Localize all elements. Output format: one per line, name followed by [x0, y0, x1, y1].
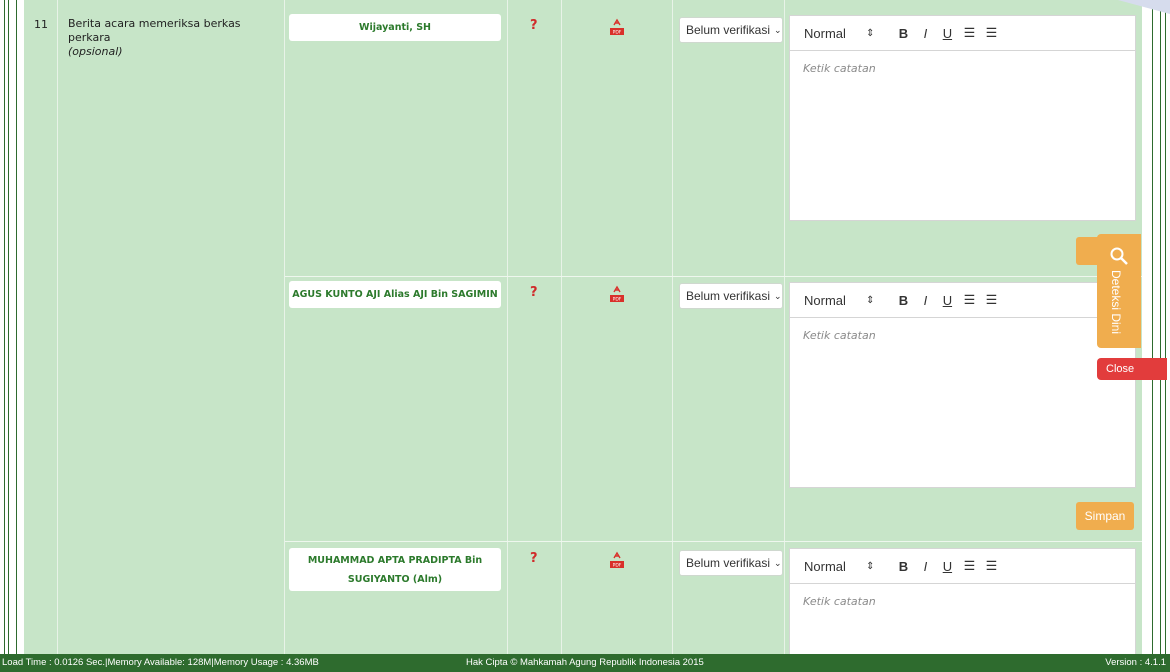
verification-select[interactable]: Belum verifikasi ⌄ [679, 17, 783, 43]
save-button[interactable]: Simpan [1076, 502, 1134, 530]
document-checklist-table: 11 Berita acara memeriksa berkas perkara… [24, 0, 1142, 654]
document-title: Berita acara memeriksa berkas perkara (o… [68, 17, 283, 59]
question-mark-icon[interactable]: ? [530, 285, 538, 300]
editor-placeholder: Ketik catatan [803, 62, 876, 75]
document-title-text: Berita acara memeriksa berkas perkara [68, 17, 241, 44]
bullet-list-icon[interactable]: ☰ [980, 558, 1002, 574]
bold-button[interactable]: B [892, 26, 914, 41]
svg-text:PDF: PDF [613, 563, 622, 569]
italic-button[interactable]: I [914, 559, 936, 574]
column-number [24, 0, 58, 654]
verification-select[interactable]: Belum verifikasi ⌄ [679, 283, 783, 309]
close-button-label: Close [1106, 363, 1135, 375]
chevron-down-icon: ⌄ [774, 557, 782, 568]
italic-button[interactable]: I [914, 293, 936, 308]
format-select[interactable]: Normal [804, 293, 866, 308]
editor-toolbar: Normal ⇕ B I U ☰ ☰ [790, 16, 1135, 51]
underline-button[interactable]: U [936, 293, 958, 308]
format-select[interactable]: Normal [804, 26, 866, 41]
verification-value: Belum verifikasi [686, 23, 771, 37]
pdf-icon[interactable]: PDF [610, 551, 624, 568]
deteksi-dini-label: Deteksi Dini [1109, 270, 1123, 335]
svg-text:PDF: PDF [613, 297, 622, 303]
bold-button[interactable]: B [892, 559, 914, 574]
search-icon [1110, 247, 1128, 265]
footer-version: Version : 4.1.1 [1105, 657, 1166, 668]
frame-line [1160, 0, 1161, 654]
bullet-list-icon[interactable]: ☰ [980, 292, 1002, 308]
row-divider [285, 276, 1142, 277]
party-name-box: Wijayanti, SH [289, 14, 501, 41]
frame-line [4, 0, 5, 654]
frame-line [1152, 0, 1153, 654]
bullet-list-icon[interactable]: ☰ [980, 25, 1002, 41]
frame-line [1165, 0, 1166, 654]
ordered-list-icon[interactable]: ☰ [958, 25, 980, 41]
party-name-box: AGUS KUNTO AJI Alias AJI Bin SAGIMIN [289, 281, 501, 308]
notes-editor[interactable]: Normal ⇕ B I U ☰ ☰ Ketik catatan [789, 282, 1136, 488]
notes-editor[interactable]: Normal ⇕ B I U ☰ ☰ Ketik catatan [789, 548, 1136, 654]
party-name: Wijayanti, SH [359, 21, 431, 33]
verification-value: Belum verifikasi [686, 556, 771, 570]
verification-value: Belum verifikasi [686, 289, 771, 303]
document-optional-note: (opsional) [68, 45, 123, 58]
party-name-box: MUHAMMAD APTA PRADIPTA Bin SUGIYANTO (Al… [289, 548, 501, 591]
verification-select[interactable]: Belum verifikasi ⌄ [679, 550, 783, 576]
ordered-list-icon[interactable]: ☰ [958, 558, 980, 574]
corner-decoration-icon [1118, 0, 1170, 14]
editor-toolbar: Normal ⇕ B I U ☰ ☰ [790, 549, 1135, 584]
underline-button[interactable]: U [936, 559, 958, 574]
save-button-label: Simpan [1084, 509, 1126, 523]
updown-icon: ⇕ [866, 27, 875, 39]
chevron-down-icon: ⌄ [774, 24, 782, 35]
pdf-icon[interactable]: PDF [610, 18, 624, 35]
notes-editor[interactable]: Normal ⇕ B I U ☰ ☰ Ketik catatan [789, 15, 1136, 221]
question-mark-icon[interactable]: ? [530, 18, 538, 33]
frame-line [8, 0, 9, 654]
bold-button[interactable]: B [892, 293, 914, 308]
deteksi-dini-widget[interactable]: Deteksi Dini [1097, 234, 1141, 348]
editor-placeholder: Ketik catatan [803, 329, 876, 342]
row-divider [285, 541, 1142, 542]
pdf-icon[interactable]: PDF [610, 285, 624, 302]
underline-button[interactable]: U [936, 26, 958, 41]
question-mark-icon[interactable]: ? [530, 551, 538, 566]
format-select[interactable]: Normal [804, 559, 866, 574]
updown-icon: ⇕ [866, 294, 875, 306]
party-name: AGUS KUNTO AJI Alias AJI Bin SAGIMIN [292, 288, 498, 300]
editor-toolbar: Normal ⇕ B I U ☰ ☰ [790, 283, 1135, 318]
chevron-down-icon: ⌄ [774, 290, 782, 301]
footer-bar: Load Time : 0.0126 Sec.|Memory Available… [0, 654, 1170, 672]
italic-button[interactable]: I [914, 26, 936, 41]
updown-icon: ⇕ [866, 560, 875, 572]
row-number: 11 [34, 18, 48, 31]
svg-text:PDF: PDF [613, 30, 622, 36]
editor-placeholder: Ketik catatan [803, 595, 876, 608]
footer-copyright: Hak Cipta © Mahkamah Agung Republik Indo… [466, 657, 704, 668]
ordered-list-icon[interactable]: ☰ [958, 292, 980, 308]
frame-line [16, 0, 17, 654]
column-description [58, 0, 285, 654]
close-button[interactable]: Close [1097, 358, 1167, 380]
party-name: MUHAMMAD APTA PRADIPTA Bin SUGIYANTO (Al… [307, 554, 483, 585]
footer-load-info: Load Time : 0.0126 Sec.|Memory Available… [2, 657, 319, 668]
